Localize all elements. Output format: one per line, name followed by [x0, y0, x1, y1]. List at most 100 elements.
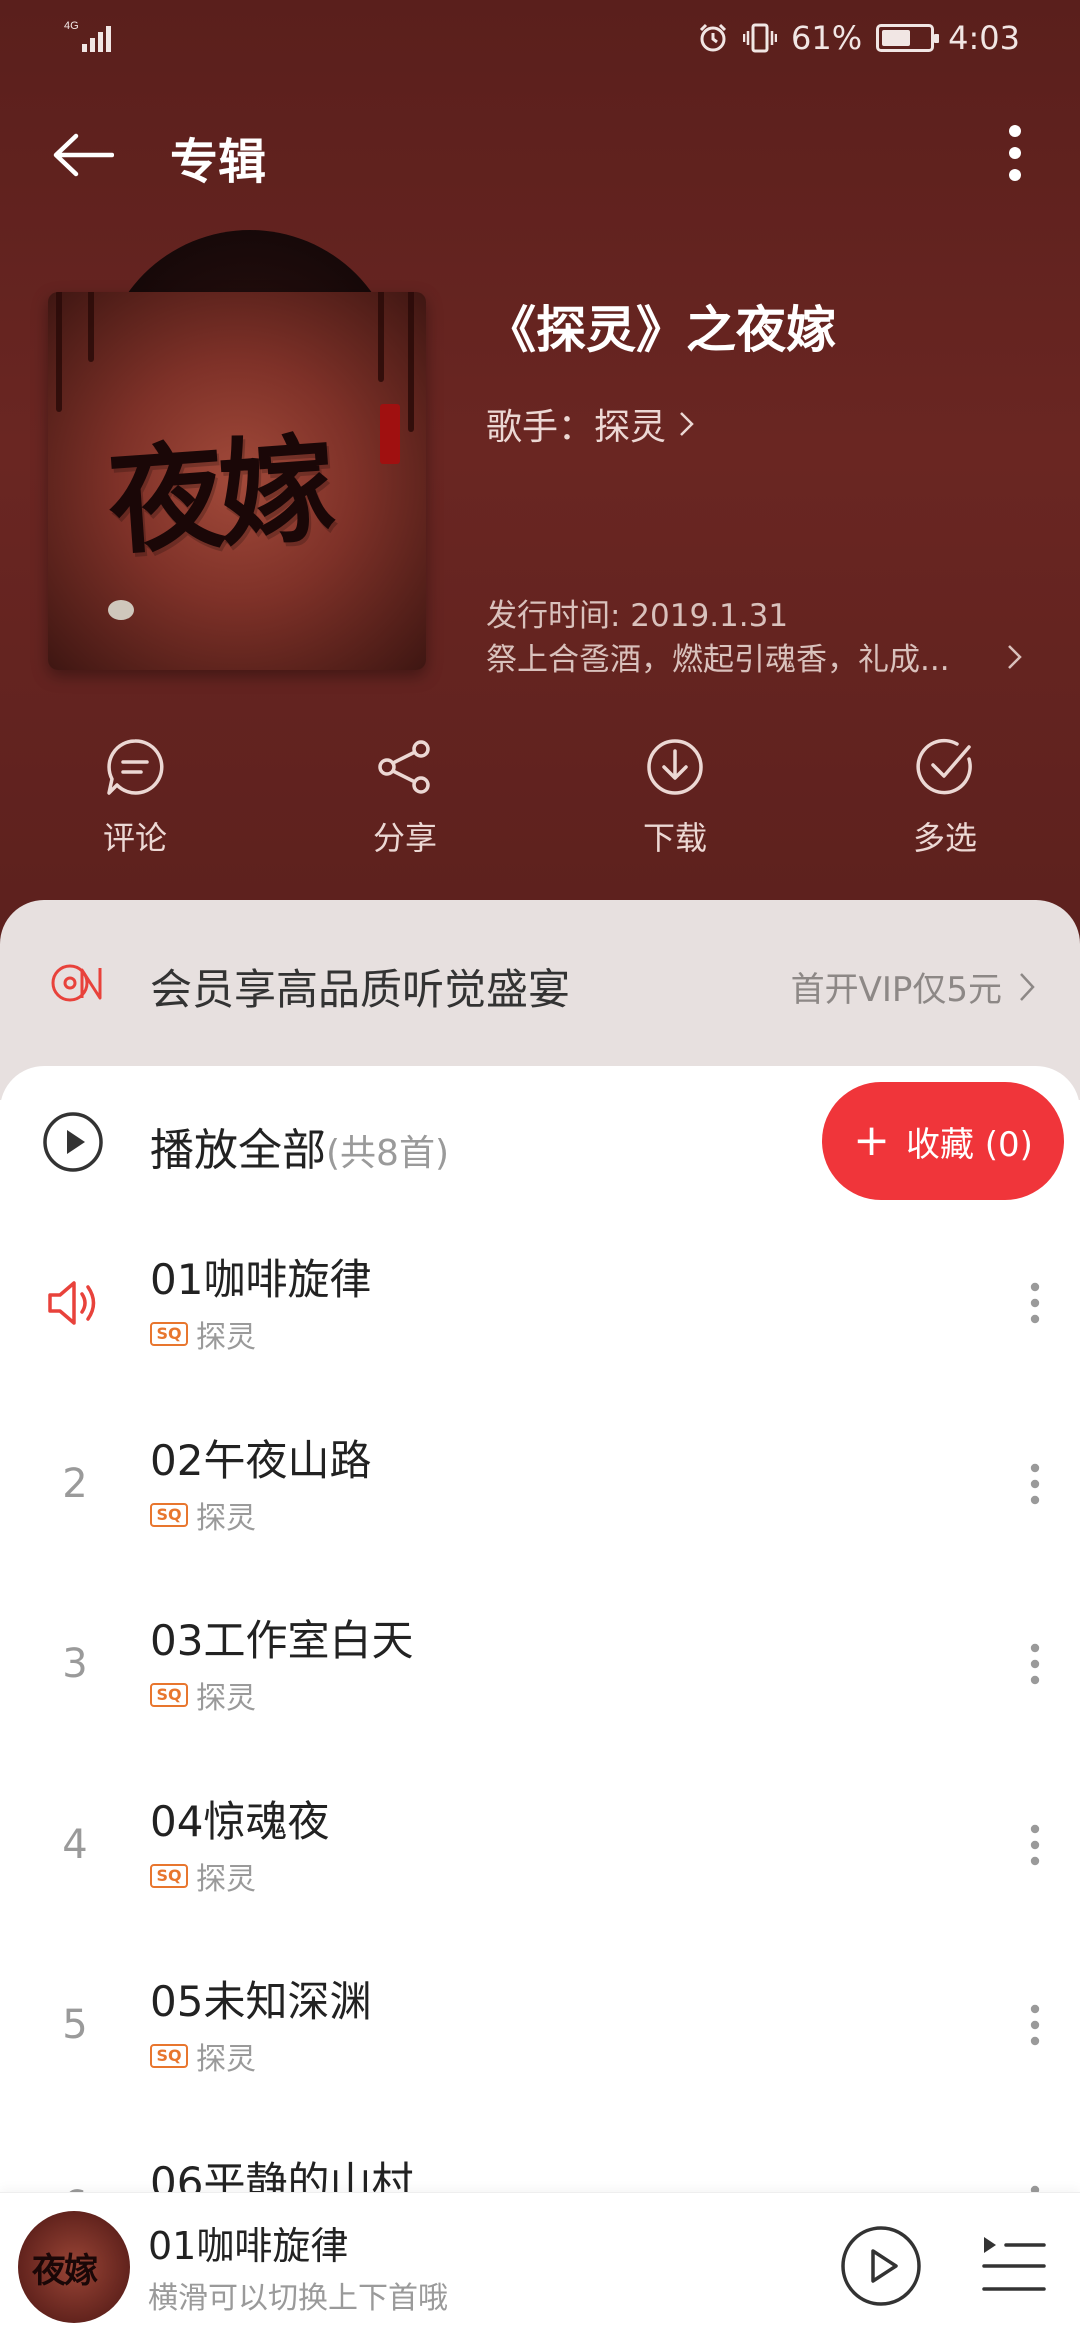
track-artist: 探灵	[196, 1681, 256, 1716]
play-circle-icon	[43, 1112, 103, 1172]
sq-quality-badge: SQ	[150, 1863, 188, 1888]
track-meta: SQ 探灵	[150, 1673, 256, 1717]
track-artist: 探灵	[196, 1500, 256, 1536]
more-vertical-icon	[1030, 1824, 1040, 1865]
track-row[interactable]: 4 04惊魂夜 SQ 探灵	[0, 1758, 1080, 1938]
sq-quality-badge: SQ	[150, 1322, 188, 1346]
status-right: 61% 4:03	[697, 18, 1020, 58]
vip-promo-text: 会员享高品质听觉盛宴	[150, 965, 571, 1014]
sq-quality-badge: SQ	[150, 2044, 188, 2068]
album-name: 《探灵》之夜嫁	[486, 301, 836, 359]
share-label: 分享	[372, 819, 437, 857]
chevron-right-icon	[1008, 644, 1022, 669]
arrow-left-icon	[53, 133, 114, 177]
status-bar: 4G 61% 4:03	[0, 0, 1080, 75]
mini-player-hint: 横滑可以切换上下首哦	[148, 2281, 448, 2316]
share-button[interactable]: 分享	[270, 735, 540, 865]
track-artist: 探灵	[196, 1861, 256, 1897]
track-title: 03工作室白天	[150, 1616, 414, 1665]
battery-icon	[876, 24, 940, 52]
track-title: 02午夜山路	[150, 1435, 372, 1485]
artist-link[interactable]: 歌手：探灵	[486, 398, 698, 450]
network-label: 4G	[64, 20, 79, 32]
favorite-label: 收藏 (0)	[905, 1124, 1033, 1165]
sq-quality-badge: SQ	[150, 1683, 188, 1707]
description-text: 祭上合卺酒，燃起引魂香，礼成...	[486, 642, 950, 678]
track-row[interactable]: 5 05未知深渊 SQ 探灵	[0, 1938, 1080, 2118]
track-more-button[interactable]	[1010, 1449, 1060, 1519]
track-list-panel: 播放全部(共8首) + 收藏 (0) 01咖啡旋律 SQ 探灵 2 02午夜山路…	[0, 1066, 1080, 2258]
track-meta: SQ 探灵	[150, 1312, 256, 1356]
chevron-right-icon	[680, 412, 694, 436]
track-count: (共8首)	[326, 1133, 449, 1174]
artist-label: 歌手：探灵	[486, 407, 667, 448]
share-icon	[378, 740, 430, 794]
signal-icon: 4G	[64, 20, 111, 52]
track-number: 4	[62, 1821, 88, 1868]
vip-logo-icon	[51, 964, 102, 1002]
comment-icon	[107, 739, 164, 795]
more-vertical-icon	[1030, 1282, 1040, 1324]
speaker-playing-icon	[48, 1281, 96, 1325]
vibrate-icon	[743, 23, 778, 53]
download-button[interactable]: 下载	[540, 735, 810, 865]
track-number: 3	[62, 1641, 88, 1687]
track-title: 04惊魂夜	[150, 1796, 330, 1846]
more-vertical-icon	[1030, 2004, 1040, 2046]
mini-player-title: 01咖啡旋律	[148, 2224, 349, 2268]
album-description[interactable]: 祭上合卺酒，燃起引魂香，礼成...	[486, 634, 1026, 679]
play-all-button[interactable]: 播放全部(共8首)	[150, 1114, 449, 1178]
track-title: 05未知深渊	[150, 1977, 372, 2026]
more-vertical-icon	[1030, 1463, 1040, 1504]
more-button[interactable]	[980, 118, 1050, 188]
cover-decoration	[88, 292, 94, 362]
track-artist: 探灵	[196, 2042, 256, 2077]
page-title: 专辑	[170, 134, 267, 190]
more-vertical-icon	[1009, 125, 1021, 181]
multi-select-label: 多选	[912, 819, 977, 857]
track-meta: SQ 探灵	[150, 2034, 256, 2078]
play-button[interactable]	[840, 2225, 922, 2307]
battery-percent: 61%	[791, 19, 863, 57]
track-more-button[interactable]	[1010, 1629, 1060, 1699]
track-more-button[interactable]	[1010, 1990, 1060, 2060]
multi-select-button[interactable]: 多选	[810, 735, 1080, 865]
playlist-queue-icon[interactable]	[982, 2233, 1046, 2299]
track-more-button[interactable]	[1010, 1268, 1060, 1338]
chevron-right-icon	[1020, 972, 1035, 1001]
track-number: 5	[62, 2002, 88, 2048]
track-meta: SQ 探灵	[150, 1493, 256, 1537]
back-button[interactable]	[48, 120, 118, 190]
vip-offer-link[interactable]: 首开VIP仅5元	[791, 962, 1038, 1011]
comment-button[interactable]: 评论	[0, 735, 270, 865]
cover-art-text: 夜嫁	[104, 420, 334, 572]
download-icon	[647, 739, 703, 795]
download-label: 下载	[642, 819, 707, 857]
more-vertical-icon	[1030, 1643, 1040, 1685]
mini-player[interactable]: 夜嫁 01咖啡旋律 横滑可以切换上下首哦	[0, 2192, 1080, 2340]
sq-quality-badge: SQ	[150, 1502, 188, 1527]
cover-coin	[108, 600, 134, 620]
cover-decoration	[56, 292, 62, 412]
status-time: 4:03	[948, 19, 1020, 57]
release-date: 发行时间: 2019.1.31	[486, 598, 789, 634]
track-more-button[interactable]	[1010, 1810, 1060, 1880]
mini-player-cover[interactable]: 夜嫁	[18, 2211, 130, 2323]
play-all-label: 播放全部	[150, 1125, 326, 1176]
track-row[interactable]: 2 02午夜山路 SQ 探灵	[0, 1397, 1080, 1577]
track-meta: SQ 探灵	[150, 1854, 256, 1898]
alarm-icon	[699, 23, 727, 52]
track-row[interactable]: 01咖啡旋律 SQ 探灵	[0, 1216, 1080, 1396]
track-number: 2	[62, 1460, 88, 1507]
track-title: 01咖啡旋律	[150, 1255, 372, 1304]
favorite-button[interactable]: + 收藏 (0)	[822, 1082, 1064, 1200]
plus-icon: +	[853, 1115, 890, 1166]
multi-select-icon	[916, 738, 972, 795]
cover-decoration	[378, 292, 384, 382]
vip-offer-label: 首开VIP仅5元	[790, 970, 1002, 1010]
cover-decoration	[408, 292, 414, 432]
action-bar: 评论 分享 下载 多选	[0, 735, 1080, 865]
album-cover[interactable]: 夜嫁	[48, 292, 426, 670]
track-row[interactable]: 3 03工作室白天 SQ 探灵	[0, 1577, 1080, 1757]
track-artist: 探灵	[196, 1320, 256, 1355]
